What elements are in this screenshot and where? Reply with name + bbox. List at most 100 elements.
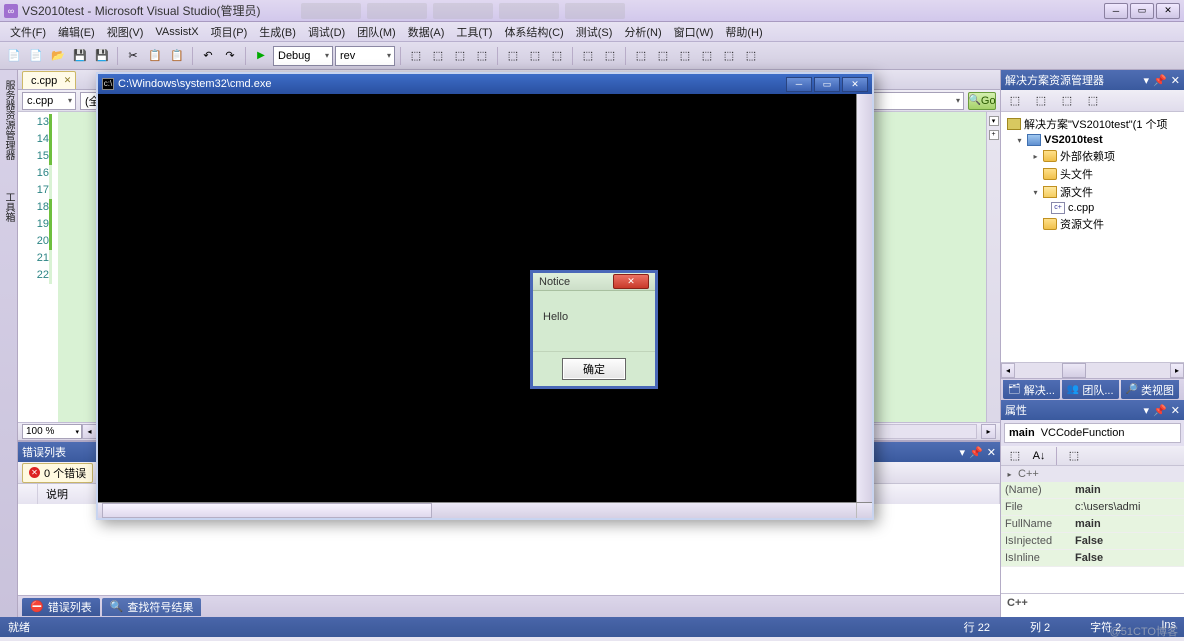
sln-props-icon[interactable]: ⬚ bbox=[1005, 91, 1025, 111]
tab-team[interactable]: 👥团队... bbox=[1062, 380, 1119, 399]
tool-icon-d[interactable]: ⬚ bbox=[472, 46, 492, 66]
menu-analyze[interactable]: 分析(N) bbox=[618, 22, 667, 42]
scroll-left-icon[interactable]: ◂ bbox=[82, 424, 97, 439]
dialog-titlebar[interactable]: Notice ✕ bbox=[533, 273, 655, 291]
undo-icon[interactable]: ↶ bbox=[198, 46, 218, 66]
sln-refresh-icon[interactable]: ⬚ bbox=[1057, 91, 1077, 111]
panel-close-icon[interactable]: ✕ bbox=[1171, 404, 1180, 417]
status-ready: 就绪 bbox=[8, 619, 30, 635]
error-list-title: 错误列表 bbox=[22, 444, 66, 460]
console-vscroll[interactable] bbox=[856, 94, 872, 502]
panel-close-icon[interactable]: ✕ bbox=[1171, 74, 1180, 87]
panel-pin-icon[interactable]: 📌 bbox=[1153, 74, 1167, 87]
copy-icon[interactable]: 📋 bbox=[145, 46, 165, 66]
props-grid[interactable]: ▸C++ (Name)main Filec:\users\admi FullNa… bbox=[1001, 466, 1184, 593]
vtab-toolbox[interactable]: 工具箱 bbox=[1, 188, 16, 226]
error-tab-icon: ⛔ bbox=[30, 600, 44, 613]
menu-tools[interactable]: 工具(T) bbox=[450, 22, 498, 42]
scroll-right-icon[interactable]: ▸ bbox=[981, 424, 996, 439]
minimize-button[interactable]: ─ bbox=[1104, 3, 1128, 19]
console-window[interactable]: c:\ C:\Windows\system32\cmd.exe ─ ▭ ✕ bbox=[96, 72, 874, 520]
bottom-tabstrip: ⛔ 错误列表 🔍 查找符号结果 bbox=[18, 595, 1000, 617]
tool-icon-n[interactable]: ⬚ bbox=[719, 46, 739, 66]
panel-dropdown-icon[interactable]: ▾ bbox=[1144, 404, 1150, 417]
menu-debug[interactable]: 调试(D) bbox=[302, 22, 351, 42]
dialog-close-button[interactable]: ✕ bbox=[613, 274, 649, 289]
open-icon[interactable]: 📂 bbox=[48, 46, 68, 66]
tool-icon-m[interactable]: ⬚ bbox=[697, 46, 717, 66]
solution-icon bbox=[1007, 118, 1021, 130]
cut-icon[interactable]: ✂ bbox=[123, 46, 143, 66]
save-icon[interactable]: 💾 bbox=[70, 46, 90, 66]
tool-icon-o[interactable]: ⬚ bbox=[741, 46, 761, 66]
config-combo[interactable]: Debug bbox=[273, 46, 333, 66]
menu-view[interactable]: 视图(V) bbox=[101, 22, 150, 42]
props-az-icon[interactable]: A↓ bbox=[1029, 446, 1049, 466]
tool-icon-c[interactable]: ⬚ bbox=[450, 46, 470, 66]
platform-combo[interactable]: rev bbox=[335, 46, 395, 66]
tool-icon-j[interactable]: ⬚ bbox=[631, 46, 651, 66]
tool-icon-e[interactable]: ⬚ bbox=[503, 46, 523, 66]
panel-close-icon[interactable]: ✕ bbox=[987, 446, 996, 459]
errors-chip[interactable]: ✕ 0 个错误 bbox=[22, 463, 93, 483]
tool-icon-b[interactable]: ⬚ bbox=[428, 46, 448, 66]
new-project-icon[interactable]: 📄 bbox=[4, 46, 24, 66]
menu-build[interactable]: 生成(B) bbox=[253, 22, 302, 42]
menu-vassist[interactable]: VAssistX bbox=[149, 24, 204, 40]
tab-classview[interactable]: 🔎类视图 bbox=[1121, 380, 1179, 399]
tool-icon-a[interactable]: ⬚ bbox=[406, 46, 426, 66]
menu-window[interactable]: 窗口(W) bbox=[668, 22, 720, 42]
props-cat-icon[interactable]: ⬚ bbox=[1005, 446, 1025, 466]
tab-solution[interactable]: 🗂解决... bbox=[1003, 380, 1060, 399]
file-tab[interactable]: c.cpp ✕ bbox=[22, 71, 76, 89]
sln-showall-icon[interactable]: ⬚ bbox=[1031, 91, 1051, 111]
tool-icon-g[interactable]: ⬚ bbox=[547, 46, 567, 66]
solution-tree[interactable]: 解决方案"VS2010test"(1 个项 ▾VS2010test ▸外部依赖项… bbox=[1001, 112, 1184, 362]
vtab-server-explorer[interactable]: 服务器资源管理器 bbox=[1, 76, 16, 164]
tab-find-symbols[interactable]: 🔍 查找符号结果 bbox=[102, 598, 202, 616]
start-debug-icon[interactable]: ▶ bbox=[251, 46, 271, 66]
console-body[interactable] bbox=[98, 94, 856, 502]
panel-pin-icon[interactable]: 📌 bbox=[1153, 404, 1167, 417]
tab-error-list[interactable]: ⛔ 错误列表 bbox=[22, 598, 100, 616]
console-titlebar[interactable]: c:\ C:\Windows\system32\cmd.exe ─ ▭ ✕ bbox=[98, 74, 872, 94]
tool-icon-k[interactable]: ⬚ bbox=[653, 46, 673, 66]
menu-help[interactable]: 帮助(H) bbox=[719, 22, 768, 42]
close-tab-icon[interactable]: ✕ bbox=[64, 75, 72, 86]
go-button[interactable]: 🔍Go bbox=[968, 92, 996, 110]
console-minimize-button[interactable]: ─ bbox=[786, 77, 812, 92]
close-button[interactable]: ✕ bbox=[1156, 3, 1180, 19]
cpp-file-icon: c+ bbox=[1051, 202, 1065, 214]
menu-data[interactable]: 数据(A) bbox=[402, 22, 451, 42]
props-description: C++ bbox=[1001, 593, 1184, 617]
panel-dropdown-icon[interactable]: ▾ bbox=[1144, 74, 1150, 87]
maximize-button[interactable]: ▭ bbox=[1130, 3, 1154, 19]
paste-icon[interactable]: 📋 bbox=[167, 46, 187, 66]
file-tab-label: c.cpp bbox=[31, 75, 57, 87]
tool-icon-l[interactable]: ⬚ bbox=[675, 46, 695, 66]
menu-team[interactable]: 团队(M) bbox=[351, 22, 402, 42]
tool-icon-h[interactable]: ⬚ bbox=[578, 46, 598, 66]
menu-file[interactable]: 文件(F) bbox=[4, 22, 52, 42]
panel-pin-icon[interactable]: 📌 bbox=[969, 446, 983, 459]
props-object-combo[interactable]: mainVCCodeFunction bbox=[1004, 423, 1181, 443]
sln-view-icon[interactable]: ⬚ bbox=[1083, 91, 1103, 111]
menu-arch[interactable]: 体系结构(C) bbox=[498, 22, 569, 42]
menu-project[interactable]: 项目(P) bbox=[205, 22, 254, 42]
console-maximize-button[interactable]: ▭ bbox=[814, 77, 840, 92]
console-close-button[interactable]: ✕ bbox=[842, 77, 868, 92]
dialog-ok-button[interactable]: 确定 bbox=[562, 358, 626, 380]
panel-dropdown-icon[interactable]: ▾ bbox=[960, 446, 966, 459]
redo-icon[interactable]: ↷ bbox=[220, 46, 240, 66]
zoom-combo[interactable]: 100 % bbox=[22, 424, 82, 439]
file-nav-combo[interactable]: c.cpp bbox=[22, 92, 76, 110]
add-item-icon[interactable]: 📄 bbox=[26, 46, 46, 66]
props-page-icon[interactable]: ⬚ bbox=[1064, 446, 1084, 466]
tool-icon-f[interactable]: ⬚ bbox=[525, 46, 545, 66]
menu-edit[interactable]: 编辑(E) bbox=[52, 22, 101, 42]
menu-test[interactable]: 测试(S) bbox=[570, 22, 619, 42]
tool-icon-i[interactable]: ⬚ bbox=[600, 46, 620, 66]
sln-hscroll[interactable]: ◂▸ bbox=[1001, 362, 1184, 378]
saveall-icon[interactable]: 💾 bbox=[92, 46, 112, 66]
console-hscroll[interactable] bbox=[98, 502, 872, 518]
